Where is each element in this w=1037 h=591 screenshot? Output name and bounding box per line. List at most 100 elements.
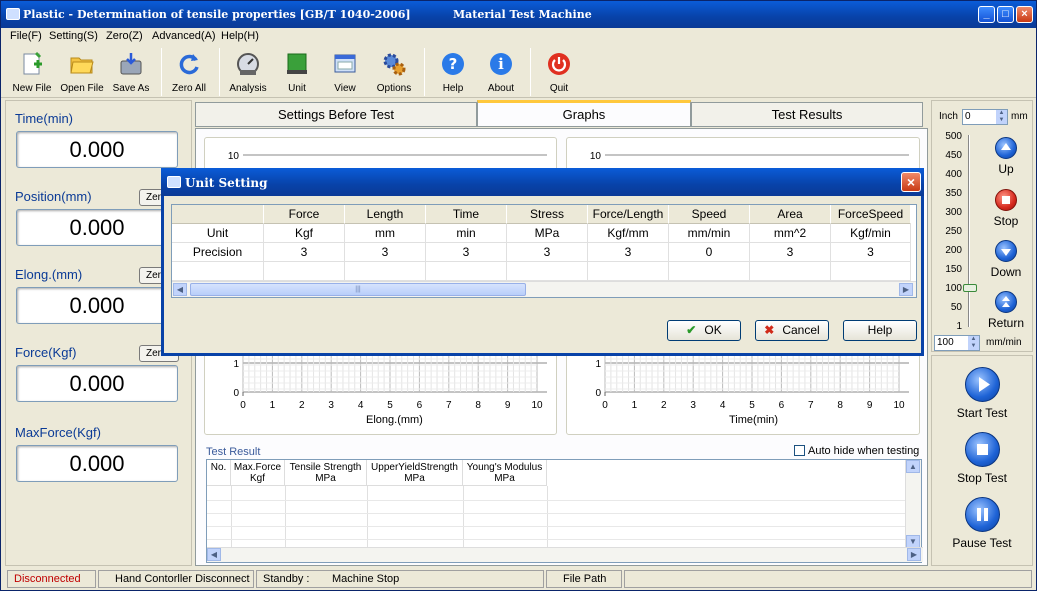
new-file-button[interactable]: New File: [7, 48, 57, 96]
close-button[interactable]: ×: [1016, 6, 1033, 23]
unit-grid-cell[interactable]: [588, 262, 669, 281]
analysis-button[interactable]: Analysis: [223, 48, 273, 96]
stop-square-icon[interactable]: [995, 189, 1017, 211]
menu-help[interactable]: Help(H): [221, 30, 259, 42]
unit-grid-cell[interactable]: Kgf/mm: [588, 224, 669, 243]
scroll-left-icon[interactable]: ◀: [173, 283, 187, 296]
result-vertical-scrollbar[interactable]: ▲ ▼: [905, 460, 921, 548]
speed-slider-track[interactable]: [968, 135, 970, 327]
dialog-title: Unit Setting: [185, 176, 268, 190]
test-result-grid[interactable]: No. Max.Force Kgf Tensile Strength MPa Upp…: [206, 459, 923, 563]
unit-setting-dialog: Unit Setting × Force Length Time Stress Forc…: [161, 168, 924, 356]
pause-test-icon[interactable]: [965, 497, 1000, 532]
unit-grid-cell[interactable]: min: [426, 224, 507, 243]
unit-grid-cell[interactable]: 3: [426, 243, 507, 262]
open-file-button[interactable]: Open File: [57, 48, 107, 96]
unit-grid[interactable]: Force Length Time Stress Force/Length Speed Ar…: [171, 204, 917, 298]
info-icon: i: [490, 53, 512, 75]
unit-icon: [287, 53, 307, 74]
title-bar[interactable]: Plastic - Determination of tensile prope…: [1, 1, 1036, 28]
view-button[interactable]: View: [320, 48, 370, 96]
col-no: No.: [207, 460, 231, 486]
down-arrow-icon[interactable]: [995, 240, 1017, 262]
unit-grid-cell[interactable]: [750, 262, 831, 281]
start-test-button[interactable]: Start Test: [932, 406, 1032, 420]
scroll-up-icon[interactable]: ▲: [906, 460, 920, 473]
auto-hide-checkbox[interactable]: Auto hide when testing: [794, 445, 919, 457]
maxforce-value: 0.000: [16, 445, 178, 482]
result-horizontal-scrollbar[interactable]: ◀ ▶: [207, 547, 923, 562]
checkbox-box[interactable]: [794, 445, 805, 456]
unit-grid-cell[interactable]: [831, 262, 911, 281]
scale-tick: 500: [945, 131, 962, 142]
pause-test-button[interactable]: Pause Test: [932, 536, 1032, 550]
options-button[interactable]: Options: [369, 48, 419, 96]
unit-grid-cell[interactable]: mm^2: [750, 224, 831, 243]
maximize-button[interactable]: □: [997, 6, 1014, 23]
quit-button[interactable]: Quit: [534, 48, 584, 96]
dialog-title-bar[interactable]: Unit Setting ×: [161, 168, 924, 196]
start-test-play-icon[interactable]: [965, 367, 1000, 402]
minimize-button[interactable]: _: [978, 6, 995, 23]
unit-grid-cell[interactable]: Unit: [172, 224, 264, 243]
unit-grid-cell[interactable]: 3: [750, 243, 831, 262]
file-path: File Path: [546, 570, 622, 588]
scale-tick: 150: [945, 264, 962, 275]
scroll-right-icon[interactable]: ▶: [907, 548, 921, 561]
scroll-thumb[interactable]: |||: [190, 283, 526, 296]
unit-button[interactable]: Unit: [272, 48, 322, 96]
unit-grid-header: Force/Length: [588, 205, 669, 224]
unit-grid-cell[interactable]: Kgf: [264, 224, 345, 243]
elong-x-tick: 2: [299, 400, 305, 411]
unit-grid-cell[interactable]: 3: [507, 243, 588, 262]
ok-button[interactable]: ✔ OK: [667, 320, 741, 341]
unit-grid-cell[interactable]: mm: [345, 224, 426, 243]
unit-grid-cell[interactable]: Precision: [172, 243, 264, 262]
tab-settings-before-test[interactable]: Settings Before Test: [195, 102, 477, 127]
inch-input[interactable]: 0 ▲ ▼: [962, 109, 1008, 125]
menu-file[interactable]: File(F): [10, 30, 42, 42]
zero-all-button[interactable]: Zero All: [164, 48, 214, 96]
speed-input[interactable]: 100 ▲ ▼: [934, 335, 980, 351]
tab-test-results[interactable]: Test Results: [691, 102, 923, 127]
unit-grid-cell[interactable]: 3: [345, 243, 426, 262]
unit-grid-cell[interactable]: 3: [588, 243, 669, 262]
unit-grid-cell[interactable]: [426, 262, 507, 281]
elong-x-tick: 8: [475, 400, 481, 411]
dialog-help-button[interactable]: Help: [843, 320, 917, 341]
window-title: Plastic - Determination of tensile prope…: [23, 8, 411, 21]
unit-grid-cell[interactable]: [172, 262, 264, 281]
speed-slider-thumb[interactable]: [963, 284, 977, 292]
scroll-left-icon[interactable]: ◀: [207, 548, 221, 561]
unit-grid-cell[interactable]: MPa: [507, 224, 588, 243]
unit-grid-scrollbar[interactable]: ◀ ||| ▶: [172, 281, 916, 297]
scroll-right-icon[interactable]: ▶: [899, 283, 913, 296]
inch-spinner-icon[interactable]: ▲ ▼: [996, 110, 1007, 124]
return-icon[interactable]: [995, 291, 1017, 313]
menu-advanced[interactable]: Advanced(A): [152, 30, 216, 42]
cancel-button[interactable]: ✖ Cancel: [755, 320, 829, 341]
save-as-button[interactable]: Save As: [106, 48, 156, 96]
dialog-close-button[interactable]: ×: [901, 172, 921, 192]
menu-zero[interactable]: Zero(Z): [106, 30, 143, 42]
help-button[interactable]: ? Help: [428, 48, 478, 96]
stop-test-button[interactable]: Stop Test: [932, 471, 1032, 485]
unit-grid-header: Force: [264, 205, 345, 224]
unit-grid-cell[interactable]: [507, 262, 588, 281]
speed-spinner-icon[interactable]: ▲ ▼: [968, 336, 979, 350]
unit-grid-cell[interactable]: 3: [264, 243, 345, 262]
tab-graphs[interactable]: Graphs: [477, 100, 691, 127]
elong-y-tick: 1: [233, 359, 239, 370]
up-arrow-icon[interactable]: [995, 137, 1017, 159]
unit-grid-cell[interactable]: [345, 262, 426, 281]
about-button[interactable]: i About: [476, 48, 526, 96]
menu-setting[interactable]: Setting(S): [49, 30, 98, 42]
unit-grid-cell[interactable]: Kgf/min: [831, 224, 911, 243]
unit-grid-cell[interactable]: [264, 262, 345, 281]
unit-grid-cell[interactable]: 0: [669, 243, 750, 262]
stop-test-icon[interactable]: [965, 432, 1000, 467]
unit-grid-cell[interactable]: 3: [831, 243, 911, 262]
unit-grid-cell[interactable]: mm/min: [669, 224, 750, 243]
time-value: 0.000: [16, 131, 178, 168]
unit-grid-cell[interactable]: [669, 262, 750, 281]
